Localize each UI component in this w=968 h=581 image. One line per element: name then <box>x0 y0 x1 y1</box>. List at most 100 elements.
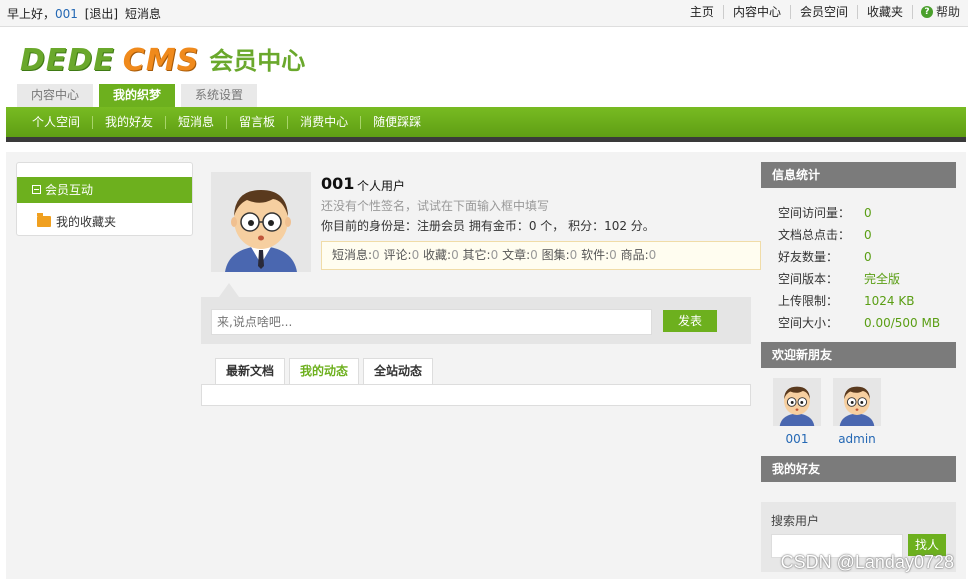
count-label: 其它: <box>462 248 491 262</box>
home-link[interactable]: 主页 <box>681 5 723 19</box>
stat-value: 0 <box>864 228 872 242</box>
favorites-link[interactable]: 收藏夹 <box>856 5 912 19</box>
logo-member-center: 会员中心 <box>209 47 306 75</box>
friend-avatar[interactable] <box>833 378 881 426</box>
tab-latest-documents[interactable]: 最新文档 <box>215 358 286 384</box>
feed-panel <box>201 384 751 406</box>
publish-button[interactable]: 发表 <box>663 310 717 332</box>
logout-link[interactable]: [退出] <box>85 7 118 21</box>
count-value: 0 <box>648 248 657 262</box>
logo-dede: DEDE <box>20 43 115 78</box>
stat-row: 空间版本： 完全版 <box>778 268 940 290</box>
stat-key: 空间访问量： <box>778 206 851 220</box>
new-friends-list: 001 admin <box>773 378 881 446</box>
profile-status-info: 你目前的身份是：注册会员 拥有金币：0 个， 积分：102 分。 <box>321 219 655 233</box>
stat-row: 文档总点击： 0 <box>778 224 940 246</box>
stat-key: 上传限制： <box>778 294 839 308</box>
friend-name[interactable]: 001 <box>773 432 821 446</box>
tab-content-center[interactable]: 内容中心 <box>17 84 94 107</box>
main-content: 会员互动 我的收藏夹 001 个人用户 还没有个性签名，试试在下面输入框中填写 … <box>6 152 966 579</box>
logo-cms: CMS <box>122 43 200 78</box>
tab-my-dream[interactable]: 我的织梦 <box>99 84 176 107</box>
menu-group-member-interaction[interactable]: 会员互动 <box>17 177 192 203</box>
stat-value: 完全版 <box>864 272 901 286</box>
stat-key: 空间版本： <box>778 272 839 286</box>
count-label: 评论: <box>383 248 412 262</box>
main-tabs: 内容中心 我的织梦 系统设置 <box>17 84 258 107</box>
count-value: 0 <box>372 248 380 262</box>
my-friends-header: 我的好友 <box>761 456 956 482</box>
stat-row: 空间访问量： 0 <box>778 202 940 224</box>
help-link[interactable]: ? 帮助 <box>911 5 960 19</box>
count-value: 0 <box>411 248 420 262</box>
stats-list: 空间访问量： 0 文档总点击： 0 好友数量： 0 空间版本： 完全版 上传限制： 102… <box>778 202 940 334</box>
stat-value: 0 <box>864 250 872 264</box>
nav-my-friends[interactable]: 我的好友 <box>92 116 165 129</box>
stat-value: 1024 KB <box>864 294 915 308</box>
greeting-text: 早上好， <box>7 7 56 21</box>
greeting-area: 早上好，001 [退出] 短消息 <box>7 5 161 22</box>
count-label: 短消息: <box>332 248 373 262</box>
help-icon: ? <box>920 6 933 18</box>
count-label: 商品: <box>620 248 649 262</box>
nav-personal-space[interactable]: 个人空间 <box>20 116 92 129</box>
friend-card[interactable]: admin <box>833 378 881 446</box>
stats-header: 信息统计 <box>761 162 956 188</box>
friend-name[interactable]: admin <box>833 432 881 446</box>
status-input[interactable] <box>211 309 652 335</box>
profile-username: 001 <box>321 174 355 193</box>
folder-icon <box>37 213 51 227</box>
csdn-watermark: CSDN @Landay0728 <box>780 552 954 572</box>
count-label: 软件: <box>581 248 610 262</box>
messages-link[interactable]: 短消息 <box>125 7 161 21</box>
stat-value: 0 <box>864 206 872 220</box>
stat-key: 文档总点击： <box>778 228 851 242</box>
feed-tabs: 最新文档 我的动态 全站动态 <box>215 358 434 384</box>
tab-my-activity[interactable]: 我的动态 <box>289 358 360 384</box>
count-value: 0 <box>609 248 617 262</box>
friend-avatar[interactable] <box>773 378 821 426</box>
stat-row: 空间大小： 0.00/500 MB <box>778 312 940 334</box>
tab-system-settings[interactable]: 系统设置 <box>181 84 258 107</box>
help-label: 帮助 <box>935 5 960 19</box>
nav-consumption-center[interactable]: 消费中心 <box>287 116 360 129</box>
member-space-link[interactable]: 会员空间 <box>789 5 857 19</box>
avatar-cartoon-icon <box>211 172 311 272</box>
search-label: 搜索用户 <box>771 514 820 528</box>
top-links: 主页 内容中心 会员空间 收藏夹 ? 帮助 <box>681 5 960 19</box>
new-friends-title: 欢迎新朋友 <box>772 348 833 362</box>
user-link[interactable]: 001 <box>55 7 78 21</box>
stat-row: 上传限制： 1024 KB <box>778 290 940 312</box>
dedecms-logo[interactable]: DEDE CMS 会员中心 <box>20 38 305 78</box>
user-avatar[interactable] <box>211 172 311 272</box>
stats-title: 信息统计 <box>772 168 821 182</box>
nav-random-visit[interactable]: 随便踩踩 <box>360 116 433 129</box>
profile-signature-hint: 还没有个性签名，试试在下面输入框中填写 <box>321 199 550 213</box>
stat-row: 好友数量： 0 <box>778 246 940 268</box>
sub-navigation: 个人空间 我的好友 短消息 留言板 消费中心 随便踩踩 <box>6 107 966 142</box>
count-value: 0 <box>569 248 578 262</box>
avatar-cartoon-icon <box>773 378 821 426</box>
count-label: 文章: <box>502 248 531 262</box>
friend-card[interactable]: 001 <box>773 378 821 446</box>
new-friends-header: 欢迎新朋友 <box>761 342 956 368</box>
menu-item-my-favorites[interactable]: 我的收藏夹 <box>37 213 116 230</box>
stat-value: 0.00/500 MB <box>864 316 941 330</box>
left-menu: 会员互动 我的收藏夹 <box>16 162 193 236</box>
content-center-link[interactable]: 内容中心 <box>722 5 790 19</box>
collapse-icon <box>32 185 41 194</box>
nav-messages[interactable]: 短消息 <box>165 116 226 129</box>
menu-group-label: 会员互动 <box>45 183 94 197</box>
top-bar: 早上好，001 [退出] 短消息 主页 内容中心 会员空间 收藏夹 ? 帮助 <box>0 0 968 27</box>
stat-key: 空间大小： <box>778 316 839 330</box>
nav-guestbook[interactable]: 留言板 <box>226 116 287 129</box>
menu-item-label: 我的收藏夹 <box>56 215 117 229</box>
avatar-cartoon-icon <box>833 378 881 426</box>
count-label: 图集: <box>541 248 570 262</box>
count-value: 0 <box>530 248 538 262</box>
profile-counts: 短消息:0 评论:0 收藏:0 其它:0 文章:0 图集:0 软件:0 商品:0 <box>321 241 761 270</box>
my-friends-title: 我的好友 <box>772 462 821 476</box>
stat-key: 好友数量： <box>778 250 839 264</box>
count-value: 0 <box>490 248 499 262</box>
tab-site-activity[interactable]: 全站动态 <box>363 358 434 384</box>
